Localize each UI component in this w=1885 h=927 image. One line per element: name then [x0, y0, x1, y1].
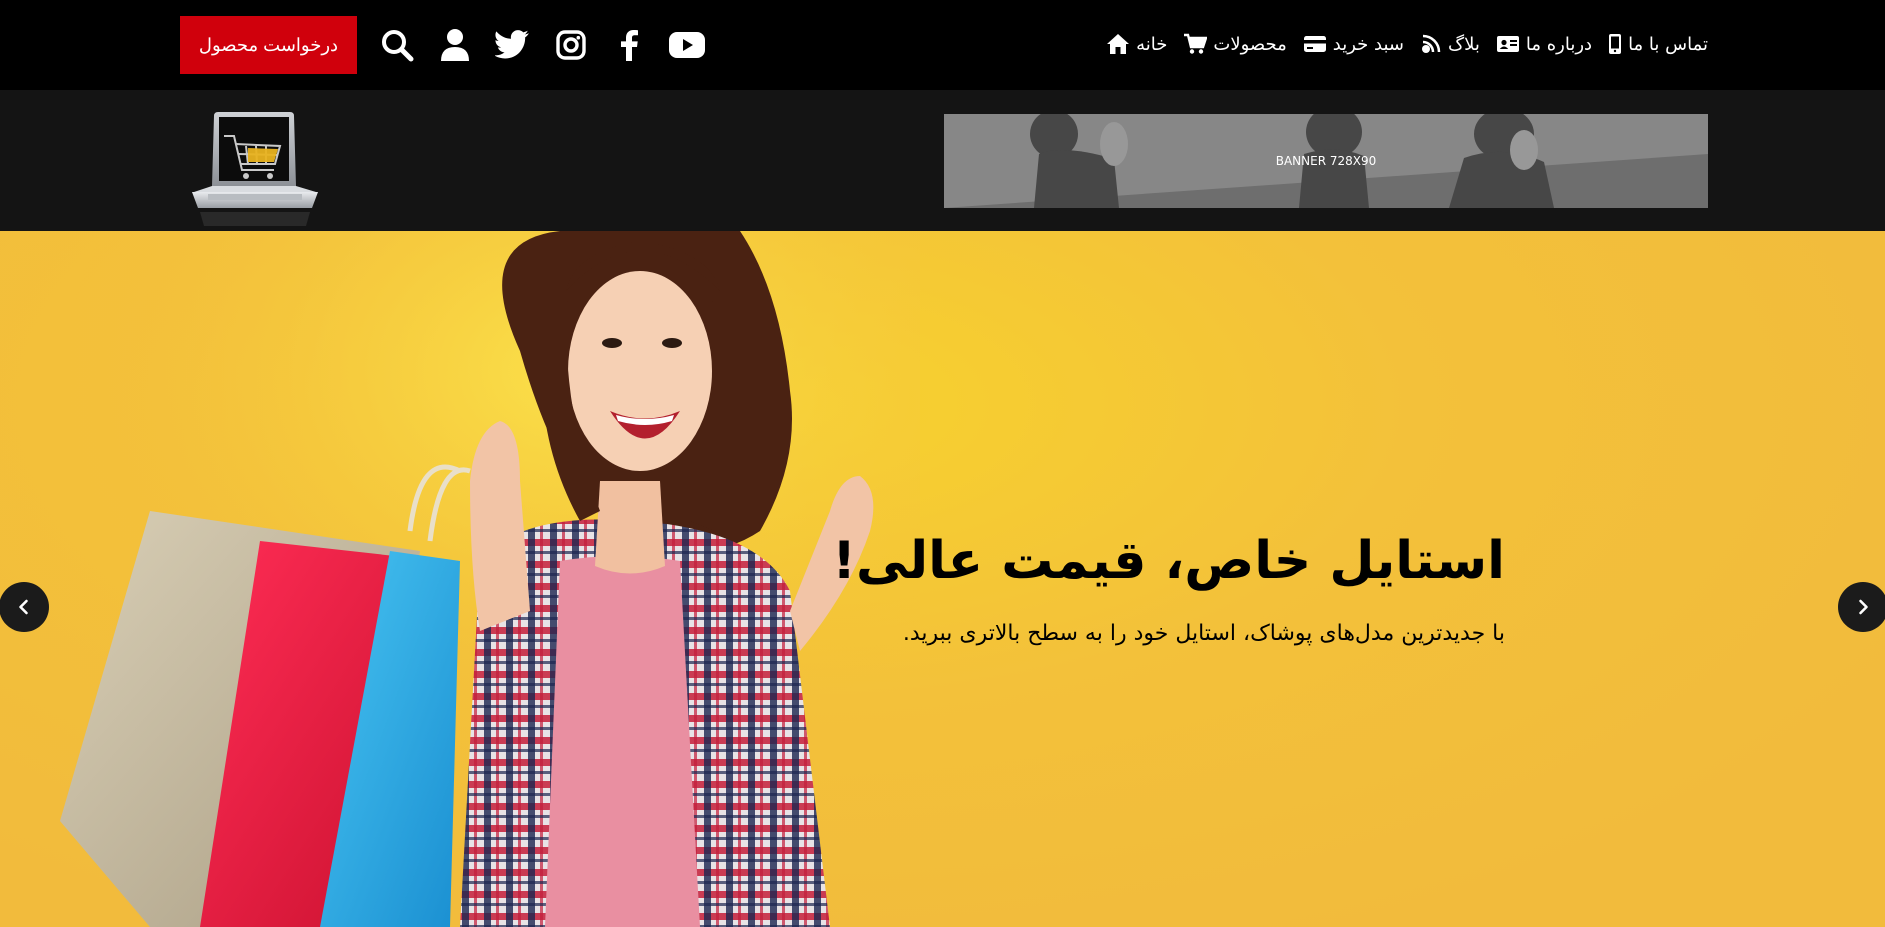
nav-item-contact[interactable]: تماس با ما [1608, 33, 1708, 55]
home-icon [1107, 34, 1130, 54]
social-links [378, 22, 706, 68]
hero-slider: استایل خاص، قیمت عالی! با جدیدترین مدل‌ه… [0, 231, 1885, 927]
nav-label-about: درباره ما [1525, 33, 1593, 55]
facebook-icon[interactable] [610, 26, 648, 64]
slider-next-button[interactable] [1838, 582, 1885, 632]
id-card-icon [1496, 36, 1519, 52]
nav-item-home[interactable]: خانه [1106, 33, 1167, 55]
nav-label-products: محصولات [1213, 33, 1287, 55]
nav-label-home: خانه [1136, 33, 1168, 55]
nav-label-contact: تماس با ما [1628, 33, 1708, 55]
request-product-button[interactable]: درخواست محصول [180, 16, 357, 74]
instagram-icon[interactable] [552, 26, 590, 64]
search-icon[interactable] [378, 26, 416, 64]
slider-prev-button[interactable] [0, 582, 49, 632]
site-logo[interactable] [188, 108, 322, 228]
ad-banner[interactable]: BANNER 728X90 [944, 114, 1708, 208]
nav-item-blog[interactable]: بلاگ [1420, 33, 1480, 55]
nav-label-blog: بلاگ [1448, 33, 1480, 55]
chevron-left-icon [19, 599, 28, 615]
nav-item-about[interactable]: درباره ما [1496, 34, 1592, 55]
hero-title: استایل خاص، قیمت عالی! [832, 531, 1505, 591]
user-icon[interactable] [436, 26, 474, 64]
ad-banner-label: BANNER 728X90 [1275, 154, 1377, 168]
nav-item-products[interactable]: محصولات [1183, 33, 1287, 55]
banner-strip: BANNER 728X90 [0, 90, 1885, 231]
hero-subtitle: با جدیدترین مدل‌های پوشاک، استایل خود را… [902, 621, 1505, 646]
youtube-icon[interactable] [668, 26, 706, 64]
laptop-cart-logo-icon [192, 112, 318, 226]
nav-label-cart: سبد خرید [1332, 33, 1404, 55]
credit-card-icon [1303, 36, 1326, 52]
cart-icon [1184, 33, 1208, 54]
blog-icon [1422, 34, 1441, 53]
chevron-right-icon [1859, 599, 1868, 615]
hero-image [0, 231, 920, 927]
main-nav: خانه محصولات سبد خرید بلاگ درباره ما تما… [1106, 0, 1708, 88]
nav-item-cart[interactable]: سبد خرید [1303, 34, 1404, 55]
twitter-icon[interactable] [494, 26, 532, 64]
top-navbar: خانه محصولات سبد خرید بلاگ درباره ما تما… [0, 0, 1885, 90]
mobile-icon [1609, 34, 1622, 54]
